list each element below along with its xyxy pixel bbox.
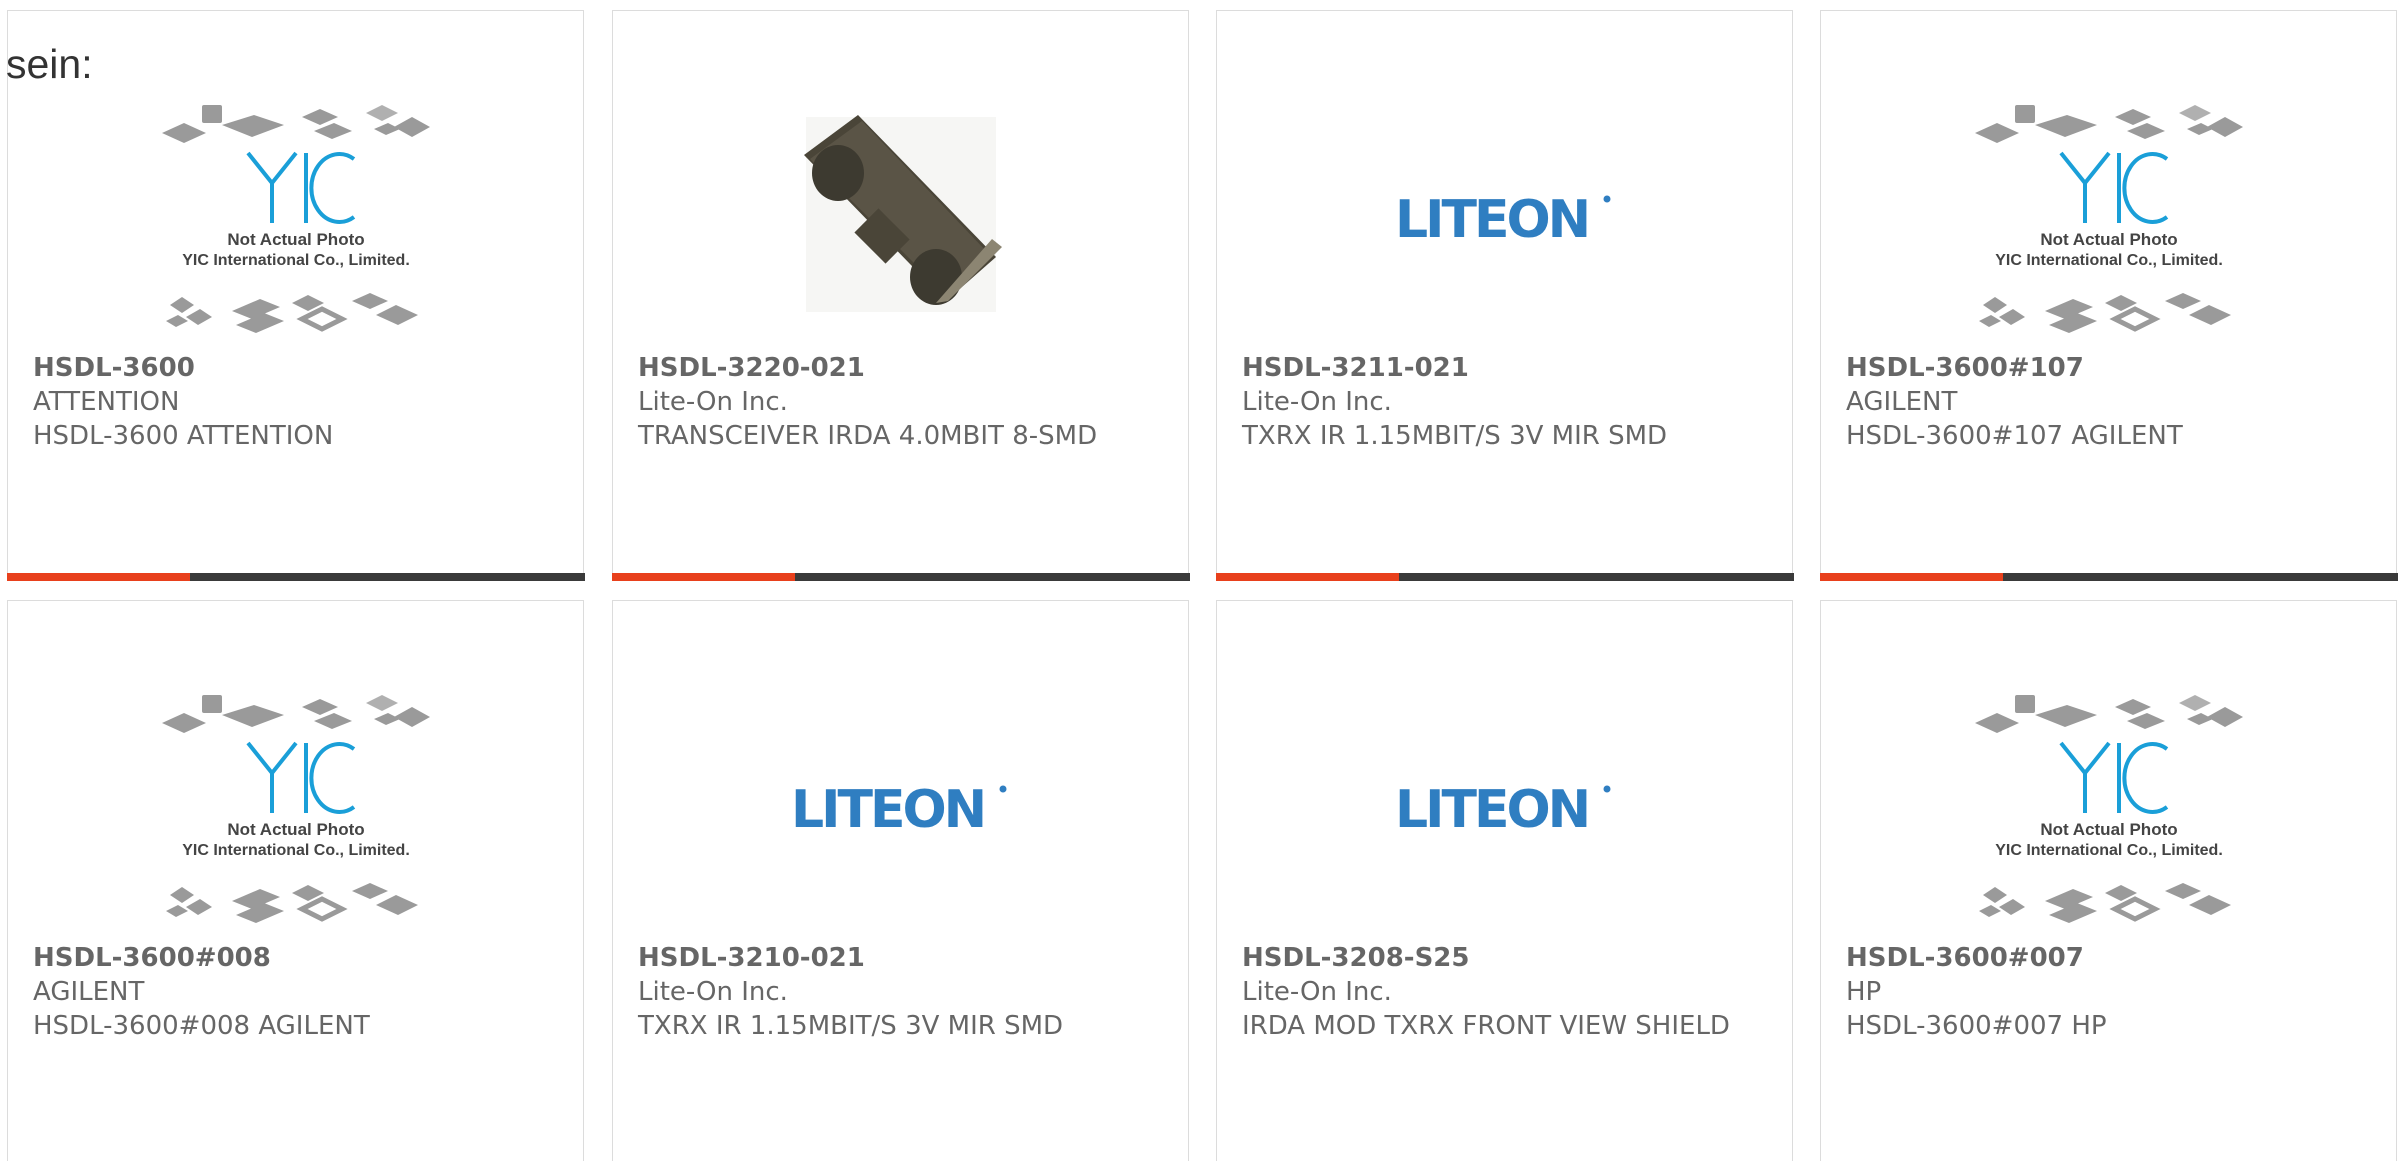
manufacturer-label: Lite-On Inc. [638, 387, 788, 417]
card-accent-bar [1819, 573, 2003, 581]
product-image[interactable]: LITEON [613, 663, 1188, 951]
manufacturer-label: ATTENTION [33, 387, 180, 417]
product-card[interactable]: LITEON HSDL-3210-021 Lite-On Inc. TXRX IR … [612, 600, 1189, 1161]
product-grid: Not Actual Photo YIC International Co., … [0, 0, 2400, 1161]
part-number-link[interactable]: HSDL-3208-S25 [1242, 941, 1752, 975]
product-card[interactable]: Not Actual Photo YIC International Co., … [1819, 10, 2398, 581]
product-info: HSDL-3600#107 AGILENT HSDL-3600#107 AGILEN… [1846, 351, 2356, 453]
card-bottom-bar [1819, 573, 2398, 581]
manufacturer-label: AGILENT [1846, 387, 1958, 417]
part-number-link[interactable]: HSDL-3600#007 [1846, 941, 2356, 975]
product-card[interactable]: LITEON HSDL-3208-S25 Lite-On Inc. IRDA MOD… [1216, 600, 1793, 1161]
product-card[interactable]: Not Actual Photo YIC International Co., … [1820, 600, 2397, 1161]
yic-caption-line2: YIC International Co., Limited. [182, 252, 410, 269]
description-text: HSDL-3600#007 HP [1846, 1011, 2107, 1041]
svg-text:LITEON: LITEON [1395, 780, 1588, 837]
manufacturer-label: Lite-On Inc. [1242, 977, 1392, 1007]
svg-text:LITEON: LITEON [791, 780, 984, 837]
card-accent-bar [6, 573, 190, 581]
part-number-link[interactable]: HSDL-3600 [33, 351, 543, 385]
product-image[interactable] [613, 73, 1188, 361]
description-text: HSDL-3600 ATTENTION [33, 421, 334, 451]
product-image[interactable]: Not Actual Photo YIC International Co., … [8, 73, 583, 361]
description-text: TXRX IR 1.15MBIT/S 3V MIR SMD [1242, 421, 1668, 451]
product-info: HSDL-3600#008 AGILENT HSDL-3600#008 AGILEN… [33, 941, 543, 1043]
product-info: HSDL-3220-021 Lite-On Inc. TRANSCEIVER IRD… [638, 351, 1148, 453]
yic-caption-line2: YIC International Co., Limited. [182, 842, 410, 859]
manufacturer-label: Lite-On Inc. [1242, 387, 1392, 417]
part-number-link[interactable]: HSDL-3210-021 [638, 941, 1148, 975]
manufacturer-label: HP [1846, 977, 1882, 1007]
product-image[interactable]: LITEON [1217, 663, 1792, 951]
description-text: IRDA MOD TXRX FRONT VIEW SHIELD [1242, 1011, 1730, 1041]
intro-text: sein: [6, 41, 93, 87]
description-text: TRANSCEIVER IRDA 4.0MBIT 8-SMD [638, 421, 1098, 451]
manufacturer-label: AGILENT [33, 977, 145, 1007]
part-number-link[interactable]: HSDL-3600#107 [1846, 351, 2356, 385]
product-info: HSDL-3600#007 HP HSDL-3600#007 HP [1846, 941, 2356, 1043]
product-info: HSDL-3211-021 Lite-On Inc. TXRX IR 1.15MBI… [1242, 351, 1752, 453]
yic-caption-line2: YIC International Co., Limited. [1995, 842, 2223, 859]
description-text: HSDL-3600#107 AGILENT [1846, 421, 2183, 451]
part-number-link[interactable]: HSDL-3600#008 [33, 941, 543, 975]
product-info: HSDL-3600 ATTENTION HSDL-3600 ATTENTION [33, 351, 543, 453]
part-number-link[interactable]: HSDL-3220-021 [638, 351, 1148, 385]
manufacturer-label: Lite-On Inc. [638, 977, 788, 1007]
part-number-link[interactable]: HSDL-3211-021 [1242, 351, 1752, 385]
product-card[interactable]: LITEON HSDL-3211-021 Lite-On Inc. TXRX IR … [1215, 10, 1794, 581]
product-image[interactable]: LITEON [1217, 73, 1792, 361]
product-card[interactable]: HSDL-3220-021 Lite-On Inc. TRANSCEIVER IRD… [611, 10, 1190, 581]
svg-text:LITEON: LITEON [1395, 190, 1588, 247]
card-accent-bar [611, 573, 795, 581]
product-image[interactable]: Not Actual Photo YIC International Co., … [1821, 663, 2396, 951]
product-image[interactable]: Not Actual Photo YIC International Co., … [1821, 73, 2396, 361]
product-image[interactable]: Not Actual Photo YIC International Co., … [8, 663, 583, 951]
yic-caption-line1: Not Actual Photo [227, 820, 364, 839]
card-bottom-bar [1215, 573, 1794, 581]
card-accent-bar [1215, 573, 1399, 581]
description-text: TXRX IR 1.15MBIT/S 3V MIR SMD [638, 1011, 1064, 1041]
yic-caption-line2: YIC International Co., Limited. [1995, 252, 2223, 269]
yic-caption-line1: Not Actual Photo [227, 230, 364, 249]
description-text: HSDL-3600#008 AGILENT [33, 1011, 370, 1041]
product-info: HSDL-3208-S25 Lite-On Inc. IRDA MOD TXRX F… [1242, 941, 1752, 1043]
product-info: HSDL-3210-021 Lite-On Inc. TXRX IR 1.15MBI… [638, 941, 1148, 1043]
yic-caption-line1: Not Actual Photo [2040, 230, 2177, 249]
product-card[interactable]: Not Actual Photo YIC International Co., … [7, 600, 584, 1161]
card-bottom-bar [6, 573, 585, 581]
product-card[interactable]: Not Actual Photo YIC International Co., … [6, 10, 585, 581]
yic-caption-line1: Not Actual Photo [2040, 820, 2177, 839]
card-bottom-bar [611, 573, 1190, 581]
